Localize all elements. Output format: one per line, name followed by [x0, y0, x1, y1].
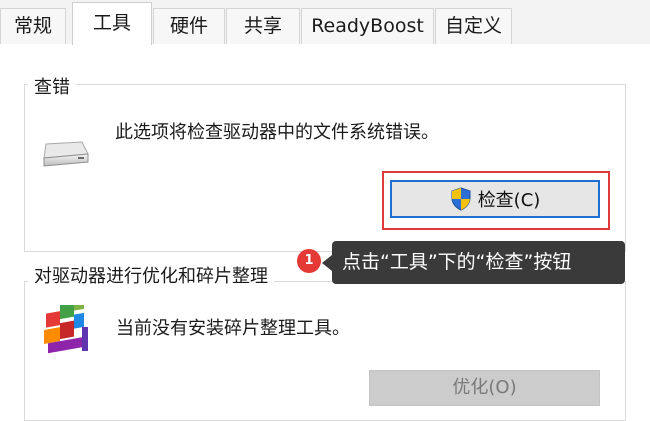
instruction-callout: 点击“工具”下的“检查”按钮	[322, 241, 625, 284]
tab-hardware[interactable]: 硬件	[153, 8, 225, 44]
defrag-icon	[44, 305, 88, 354]
uac-shield-icon	[451, 187, 471, 211]
optimize-title: 对驱动器进行优化和碎片整理	[28, 262, 274, 288]
check-button-highlight: 检查(C)	[382, 171, 610, 230]
optimize-description: 当前没有安装碎片整理工具。	[116, 318, 350, 339]
tab-general[interactable]: 常规	[0, 8, 66, 44]
check-button-label: 检查(C)	[477, 190, 541, 211]
drive-icon	[43, 141, 89, 167]
tab-readyboost[interactable]: ReadyBoost	[301, 8, 434, 44]
tab-customize[interactable]: 自定义	[435, 8, 512, 44]
tab-strip: 常规 工具 硬件 共享 ReadyBoost 自定义	[0, 0, 650, 45]
tab-tools[interactable]: 工具	[72, 2, 152, 45]
check-button[interactable]: 检查(C)	[390, 180, 600, 218]
error-check-description: 此选项将检查驱动器中的文件系统错误。	[115, 122, 439, 143]
tab-sharing[interactable]: 共享	[226, 8, 300, 44]
error-check-title: 查错	[28, 73, 76, 99]
step-badge: 1	[297, 249, 321, 273]
optimize-button[interactable]: 优化(O)	[369, 370, 600, 406]
